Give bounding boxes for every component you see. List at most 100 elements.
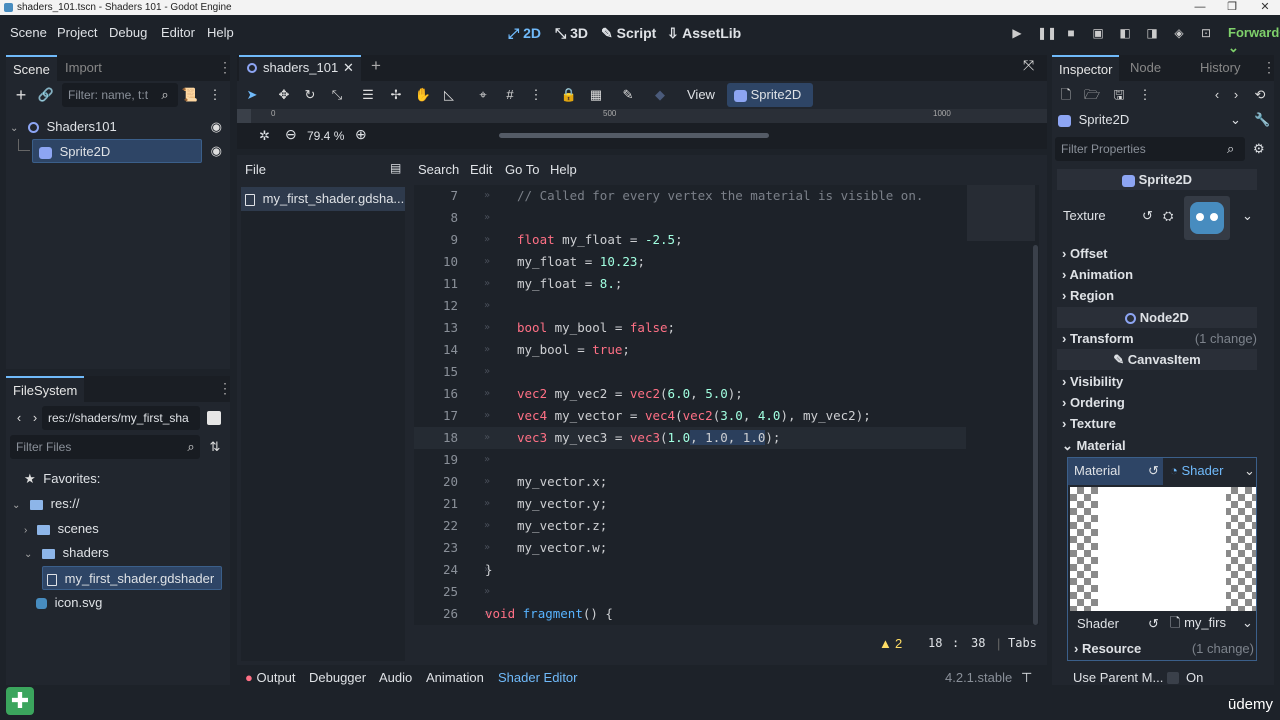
restore-icon[interactable]: ❐ — [1217, 0, 1247, 15]
tab-audio[interactable]: Audio — [379, 670, 412, 685]
group-material[interactable]: ⌄ Material — [1062, 435, 1126, 456]
code-line[interactable]: 14 » my_bool = true; — [414, 339, 966, 361]
grid-snap-icon[interactable]: # — [501, 86, 519, 104]
zoom-in-icon[interactable]: ⊕ — [355, 126, 367, 143]
pan-mode-icon[interactable]: ✋ — [414, 86, 432, 104]
attach-script-icon[interactable]: 📜 — [181, 86, 199, 104]
warning-count[interactable]: 2 — [895, 636, 902, 651]
group-ordering[interactable]: › Ordering — [1062, 392, 1125, 413]
minimize-icon[interactable]: — — [1185, 0, 1215, 15]
snap-options-icon[interactable]: ⋮ — [527, 86, 545, 104]
view-menu[interactable]: View — [687, 87, 715, 102]
menu-editor[interactable]: Editor — [161, 25, 195, 40]
tree-node-sprite2d[interactable]: Sprite2D ◉ — [10, 139, 226, 163]
group-animation[interactable]: › Animation — [1062, 264, 1133, 285]
split-view-icon[interactable] — [207, 411, 221, 425]
remote-debug-icon[interactable]: ▣ — [1091, 26, 1105, 40]
movie-maker-icon[interactable]: ◧ — [1118, 26, 1132, 40]
material-resource-picker[interactable]: ◔ Shader ⌄ — [1166, 458, 1258, 485]
load-resource-icon[interactable]: 🗁 — [1083, 86, 1101, 104]
close-window-icon[interactable]: ✕ — [1250, 0, 1280, 15]
tab-shaders-101[interactable]: shaders_101 ✕ — [239, 55, 361, 81]
inspector-object-selector[interactable]: Sprite2D ⌄ 🔧 — [1058, 112, 1270, 132]
tab-node[interactable]: Node — [1123, 55, 1168, 81]
bone-icon[interactable]: ✎ — [619, 86, 637, 104]
stop-icon[interactable]: ■ — [1064, 26, 1078, 40]
chevron-down-icon[interactable]: ⌄ — [1230, 112, 1241, 128]
group-region[interactable]: › Region — [1062, 285, 1114, 306]
folder-scenes[interactable]: › scenes — [24, 517, 99, 541]
code-line[interactable]: 15 » — [414, 361, 966, 383]
chevron-down-icon[interactable]: ⌄ — [1242, 208, 1253, 224]
zoom-level[interactable]: 79.4 % — [307, 129, 344, 143]
code-line[interactable]: 16 » vec2 my_vec2 = vec2(6.0, 5.0); — [414, 383, 966, 405]
code-line[interactable]: 21 » my_vector.y; — [414, 493, 966, 515]
property-filter-options-icon[interactable]: ⚙ — [1253, 141, 1265, 157]
menu-scene[interactable]: Scene — [10, 25, 47, 40]
add-node-icon[interactable]: + — [12, 86, 30, 104]
instance-link-icon[interactable]: 🔗 — [37, 86, 55, 104]
code-line[interactable]: 22 » my_vector.z; — [414, 515, 966, 537]
inspector-menu-icon[interactable]: ⋮ — [1262, 59, 1276, 76]
object-tools-icon[interactable]: 🔧 — [1254, 112, 1270, 128]
tab-animation[interactable]: Animation — [426, 670, 484, 685]
play-custom-icon[interactable]: ◈ — [1172, 26, 1186, 40]
code-line[interactable]: 17 » vec4 my_vector = vec4(vec2(3.0, 4.0),… — [414, 405, 966, 427]
tab-scene[interactable]: Scene — [6, 55, 57, 81]
rotate-mode-icon[interactable]: ↻ — [301, 86, 319, 104]
layout-icon[interactable]: ⊡ — [1199, 26, 1213, 40]
horizontal-scrollbar[interactable] — [499, 133, 769, 138]
folder-res[interactable]: ⌄ res:// — [12, 492, 80, 516]
save-resource-icon[interactable]: 🖫 — [1110, 86, 1128, 104]
workspace-3d[interactable]: ⤡ 3D — [555, 25, 588, 42]
tab-inspector[interactable]: Inspector — [1052, 55, 1120, 81]
shader-resource-picker[interactable]: 🗋 my_firs ⌄ — [1166, 611, 1256, 635]
shader-menu-help[interactable]: Help — [550, 162, 577, 177]
tree-node-shaders101[interactable]: ⌄ Shaders101 ◉ — [10, 115, 226, 139]
smart-snap-icon[interactable]: ⌖ — [474, 86, 492, 104]
code-line[interactable]: 7 » // Called for every vertex the materia… — [414, 185, 966, 207]
tab-import[interactable]: Import — [58, 55, 109, 81]
center-view-icon[interactable]: ✲ — [259, 128, 270, 144]
code-line[interactable]: 20 » my_vector.x; — [414, 471, 966, 493]
code-line[interactable]: 23 » my_vector.w; — [414, 537, 966, 559]
code-line[interactable]: 10 » my_float = 10.23; — [414, 251, 966, 273]
new-scene-tab-icon[interactable]: + — [371, 56, 381, 76]
lock-icon[interactable]: 🔒 — [560, 86, 578, 104]
tab-history[interactable]: History — [1193, 55, 1247, 81]
filesystem-menu-icon[interactable]: ⋮ — [218, 380, 232, 397]
code-line[interactable]: 8» — [414, 207, 966, 229]
tab-debugger[interactable]: Debugger — [309, 670, 366, 685]
tab-output[interactable]: ● Output — [245, 670, 296, 685]
workspace-script[interactable]: ✎ Script — [601, 25, 656, 42]
shader-menu-goto[interactable]: Go To — [505, 162, 539, 177]
history-forward-icon[interactable]: › — [1227, 86, 1245, 104]
code-line[interactable]: 18 » vec3 my_vec3 = vec3(1.0, 1.0, 1.0); — [414, 427, 966, 449]
camera-override-icon[interactable]: ◆ — [651, 86, 669, 104]
code-line[interactable]: 25 » — [414, 581, 966, 603]
sort-icon[interactable]: ⇅ — [206, 438, 224, 456]
code-line[interactable]: 12 » — [414, 295, 966, 317]
menu-debug[interactable]: Debug — [109, 25, 147, 40]
code-line[interactable]: 13 » bool my_bool = false; — [414, 317, 966, 339]
group-texture[interactable]: › Texture — [1062, 413, 1116, 434]
code-line[interactable]: 24»} — [414, 559, 966, 581]
filter-files-input[interactable]: Filter Files — [10, 435, 200, 459]
workspace-2d[interactable]: ⤢ 2D — [508, 25, 541, 42]
warning-icon[interactable]: ▲ — [879, 636, 892, 651]
group-resource[interactable]: › Resource (1 change) — [1074, 638, 1254, 659]
texture-preview[interactable] — [1184, 196, 1230, 240]
visibility-eye-icon[interactable]: ◉ — [211, 139, 222, 163]
new-resource-icon[interactable]: 🗋 — [1057, 86, 1075, 104]
scene-dock-menu-icon[interactable]: ⋮ — [218, 59, 232, 76]
shader-menu-edit[interactable]: Edit — [470, 162, 492, 177]
pivot-icon[interactable]: ✢ — [387, 86, 405, 104]
code-scrollbar[interactable] — [1033, 245, 1038, 625]
node-context-button[interactable]: Sprite2D — [727, 83, 813, 107]
revert-icon[interactable]: ↺ — [1142, 208, 1153, 224]
code-line[interactable]: 26» void fragment() { — [414, 603, 966, 625]
material-preview[interactable] — [1070, 487, 1256, 611]
file-icon-svg[interactable]: icon.svg — [36, 591, 102, 615]
workspace-assetlib[interactable]: ⇩ AssetLib — [667, 25, 741, 42]
shader-menu-file[interactable]: File — [245, 162, 266, 177]
